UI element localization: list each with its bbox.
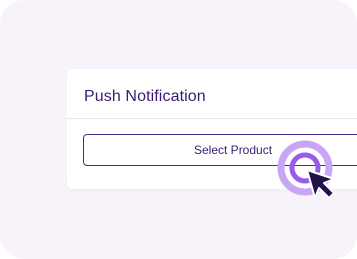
- click-cursor-icon: [277, 140, 335, 199]
- card-divider: [67, 118, 357, 119]
- card-title: Push Notification: [84, 88, 206, 105]
- stage-background: Push Notification Select Product: [0, 0, 357, 259]
